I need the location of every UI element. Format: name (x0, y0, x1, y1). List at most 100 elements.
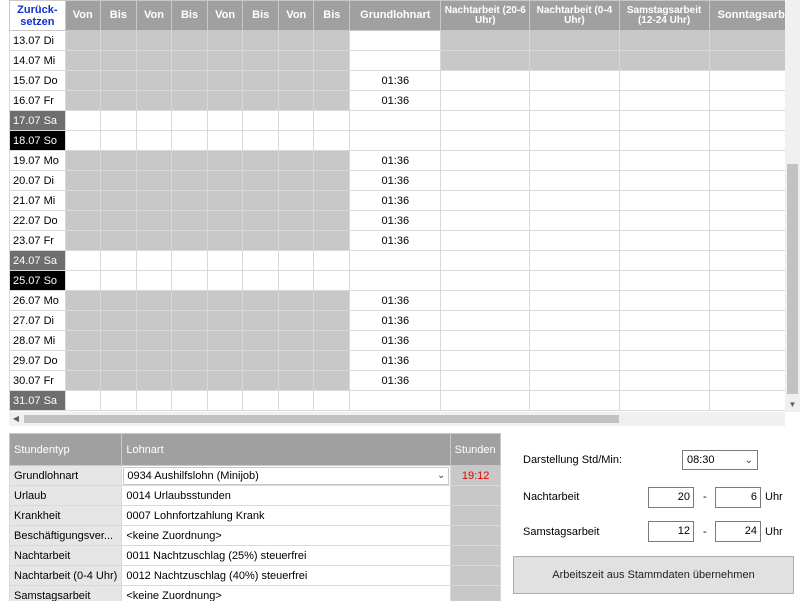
time-cell[interactable] (171, 130, 209, 151)
time-cell[interactable] (278, 70, 315, 91)
time-cell[interactable] (135, 70, 173, 91)
time-cell[interactable] (242, 310, 280, 331)
time-cell[interactable] (135, 110, 173, 131)
surcharge-cell[interactable] (529, 270, 620, 291)
time-cell[interactable] (278, 90, 315, 111)
surcharge-cell[interactable] (618, 110, 710, 131)
time-cell[interactable] (242, 90, 280, 111)
time-cell[interactable] (207, 50, 244, 71)
time-cell[interactable] (99, 230, 137, 251)
surcharge-cell[interactable] (618, 30, 710, 51)
grundlohnart-cell[interactable]: 01:36 (349, 190, 442, 211)
time-cell[interactable] (313, 210, 351, 231)
surcharge-cell[interactable] (529, 210, 620, 231)
time-cell[interactable] (135, 90, 173, 111)
time-cell[interactable] (242, 70, 280, 91)
grundlohnart-cell[interactable] (349, 50, 442, 71)
surcharge-cell[interactable] (529, 330, 620, 351)
surcharge-cell[interactable] (440, 70, 531, 91)
time-cell[interactable] (278, 310, 315, 331)
time-cell[interactable] (313, 90, 351, 111)
surcharge-cell[interactable] (440, 290, 531, 311)
time-cell[interactable] (171, 210, 209, 231)
time-cell[interactable] (99, 170, 137, 191)
time-cell[interactable] (64, 50, 101, 71)
lohnart-select[interactable]: 0934 Aushilfslohn (Minijob) ⌄ (123, 466, 450, 485)
time-cell[interactable] (64, 350, 101, 371)
time-cell[interactable] (278, 390, 315, 411)
time-cell[interactable] (64, 390, 101, 411)
surcharge-cell[interactable] (440, 230, 531, 251)
surcharge-cell[interactable] (440, 110, 531, 131)
surcharge-cell[interactable] (529, 370, 620, 391)
surcharge-cell[interactable] (618, 350, 710, 371)
time-cell[interactable] (313, 110, 351, 131)
time-cell[interactable] (171, 310, 209, 331)
grundlohnart-cell[interactable]: 01:36 (349, 170, 442, 191)
time-cell[interactable] (313, 370, 351, 391)
time-cell[interactable] (242, 250, 280, 271)
time-cell[interactable] (278, 370, 315, 391)
time-cell[interactable] (313, 250, 351, 271)
time-cell[interactable] (242, 230, 280, 251)
surcharge-cell[interactable] (529, 310, 620, 331)
time-cell[interactable] (99, 150, 137, 171)
time-cell[interactable] (171, 370, 209, 391)
apply-stammdaten-button[interactable]: Arbeitszeit aus Stammdaten übernehmen (513, 556, 794, 594)
surcharge-cell[interactable] (529, 130, 620, 151)
surcharge-cell[interactable] (618, 70, 710, 91)
surcharge-cell[interactable] (618, 330, 710, 351)
time-cell[interactable] (207, 170, 244, 191)
time-cell[interactable] (171, 50, 209, 71)
time-cell[interactable] (99, 390, 137, 411)
time-cell[interactable] (171, 250, 209, 271)
surcharge-cell[interactable] (440, 130, 531, 151)
grundlohnart-cell[interactable]: 01:36 (349, 90, 442, 111)
time-cell[interactable] (207, 250, 244, 271)
time-cell[interactable] (135, 170, 173, 191)
time-cell[interactable] (64, 330, 101, 351)
surcharge-cell[interactable] (529, 110, 620, 131)
reset-header-button[interactable]: Zurück- setzen (9, 0, 66, 31)
time-cell[interactable] (313, 30, 351, 51)
time-cell[interactable] (135, 130, 173, 151)
surcharge-cell[interactable] (440, 150, 531, 171)
time-cell[interactable] (207, 210, 244, 231)
surcharge-cell[interactable] (529, 170, 620, 191)
time-cell[interactable] (99, 70, 137, 91)
time-cell[interactable] (135, 50, 173, 71)
time-cell[interactable] (99, 110, 137, 131)
grundlohnart-cell[interactable] (349, 390, 442, 411)
time-cell[interactable] (99, 30, 137, 51)
surcharge-cell[interactable] (440, 390, 531, 411)
time-cell[interactable] (313, 170, 351, 191)
surcharge-cell[interactable] (440, 350, 531, 371)
surcharge-cell[interactable] (529, 350, 620, 371)
surcharge-cell[interactable] (440, 190, 531, 211)
lohnart-cell[interactable]: 0012 Nachtzuschlag (40%) steuerfrei (121, 565, 452, 586)
surcharge-cell[interactable] (618, 250, 710, 271)
grundlohnart-cell[interactable]: 01:36 (349, 210, 442, 231)
horizontal-scroll-thumb[interactable] (24, 415, 619, 423)
time-cell[interactable] (207, 290, 244, 311)
time-cell[interactable] (278, 190, 315, 211)
time-cell[interactable] (135, 250, 173, 271)
scroll-left-arrow-icon[interactable]: ◀ (9, 412, 23, 426)
surcharge-cell[interactable] (529, 50, 620, 71)
time-cell[interactable] (313, 290, 351, 311)
surcharge-cell[interactable] (529, 230, 620, 251)
time-cell[interactable] (64, 110, 101, 131)
surcharge-cell[interactable] (529, 390, 620, 411)
surcharge-cell[interactable] (529, 190, 620, 211)
time-cell[interactable] (171, 170, 209, 191)
darstellung-select[interactable]: 08:30 ⌄ (682, 450, 758, 470)
surcharge-cell[interactable] (440, 50, 531, 71)
time-cell[interactable] (313, 130, 351, 151)
time-cell[interactable] (171, 290, 209, 311)
time-cell[interactable] (64, 130, 101, 151)
time-cell[interactable] (135, 350, 173, 371)
samstagsarbeit-from-input[interactable]: 12 (648, 521, 694, 542)
surcharge-cell[interactable] (618, 290, 710, 311)
time-cell[interactable] (171, 90, 209, 111)
time-cell[interactable] (64, 150, 101, 171)
